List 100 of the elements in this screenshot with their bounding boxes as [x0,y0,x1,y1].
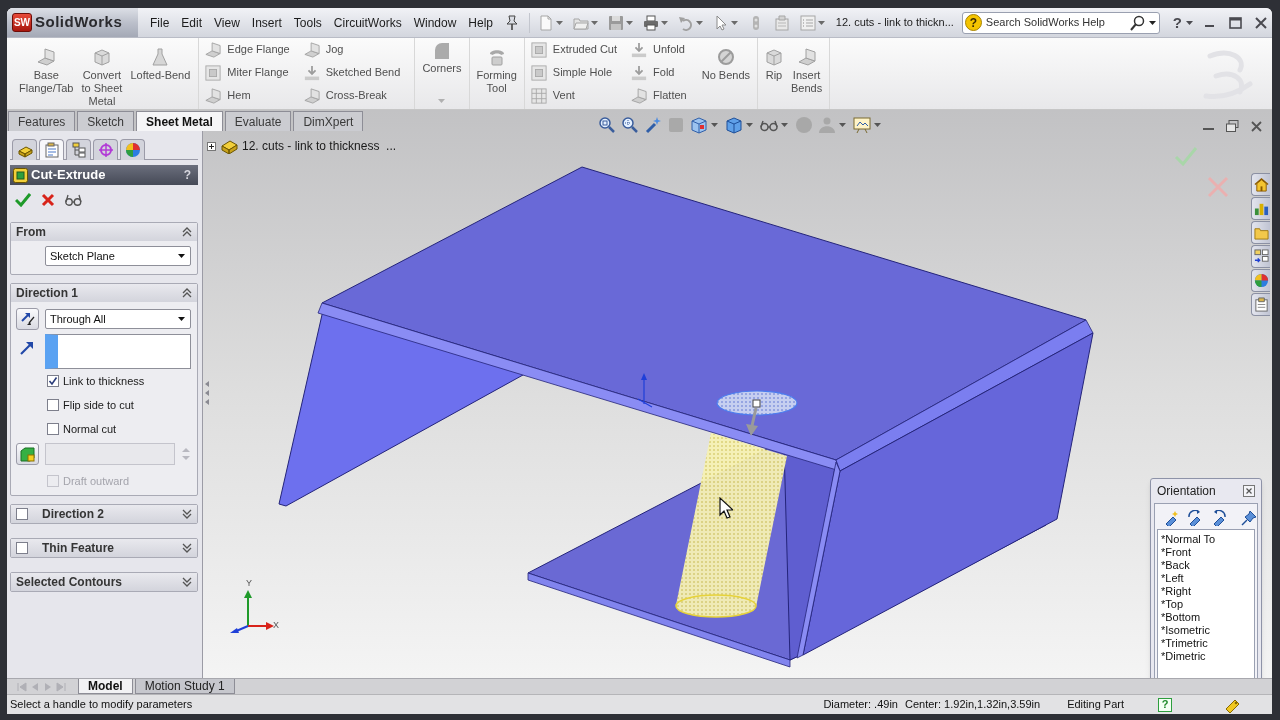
task-pane-tab[interactable] [1251,197,1270,220]
double-chevron-up-icon[interactable] [182,288,192,298]
checkbox[interactable] [16,508,28,520]
group-header[interactable]: Direction 1 [11,284,197,302]
menu-item[interactable]: CircuitWorks [333,13,402,32]
help-symbol[interactable]: ? [183,166,191,184]
expand-plus-icon[interactable] [207,141,216,151]
command-button[interactable]: Rip [761,38,787,109]
manager-tab[interactable] [93,139,118,160]
wand-icon[interactable] [644,116,662,134]
group-header[interactable]: Thin Feature [11,539,197,557]
help-symbol[interactable]: ? [964,14,982,31]
caret-icon[interactable] [1186,20,1193,25]
cancel-x-icon[interactable] [41,193,55,207]
command-button[interactable]: Fold [631,61,687,84]
pushpin-icon[interactable] [1241,509,1257,526]
view-list[interactable]: *Normal To *Front *Back *Left *Right *Top *Bottom *Isometric *Trimetric *Dimetric [1157,529,1255,678]
bottom-tab[interactable]: Model [78,679,133,694]
menu-item[interactable]: Edit [181,13,203,32]
command-tab[interactable]: Sheet Metal [136,111,223,131]
command-button[interactable]: Extruded Cut [530,38,618,61]
pointer-icon[interactable] [713,14,729,31]
command-button[interactable]: Forming Tool [472,38,521,109]
command-button[interactable]: Lofted-Bend [126,38,195,109]
caret-icon[interactable] [1148,20,1156,25]
command-button[interactable]: Jog [303,38,401,61]
menu-item[interactable]: File [150,13,170,32]
view-list-item[interactable]: *Front [1161,546,1191,559]
shaded-cube-icon[interactable] [725,116,743,134]
command-button[interactable]: Cross-Break [303,84,401,107]
command-button[interactable]: Base Flange/Tab [15,38,78,109]
manager-tab[interactable] [120,139,145,160]
view-list-item[interactable]: *Isometric [1161,624,1210,637]
command-tab[interactable]: DimXpert [293,111,364,131]
view-list-item[interactable]: *Left [1161,572,1184,585]
group-header[interactable]: Direction 2 [11,505,197,523]
command-button[interactable]: Convert to Sheet Metal [77,38,127,109]
start-condition-dropdown[interactable]: Sketch Plane [45,246,191,266]
view-list-item[interactable]: *Trimetric [1161,637,1208,650]
task-pane-tab[interactable] [1251,293,1270,316]
curved-arrow-icon[interactable] [678,14,694,31]
manager-tab[interactable] [39,139,64,160]
view-list-item[interactable]: *Right [1161,585,1191,598]
checkbox[interactable] [47,399,59,411]
view-list-item[interactable]: *Normal To [1161,533,1216,546]
double-chevron-down-icon[interactable] [182,577,192,587]
caret-icon[interactable] [178,317,185,321]
marker-arrow-icon[interactable] [1211,509,1227,526]
command-tab[interactable]: Sketch [77,111,135,131]
close-icon[interactable] [1255,16,1267,29]
group-header[interactable]: Selected Contours [11,573,197,591]
magnifier-icon[interactable] [621,116,639,134]
menu-item[interactable]: Insert [251,13,282,32]
menu-item[interactable]: Window [413,13,457,32]
task-pane-tab[interactable] [1251,245,1270,268]
maximize-icon[interactable] [1229,16,1242,29]
search-input[interactable]: Search SolidWorks Help [985,14,1125,31]
clipboard-icon[interactable] [774,14,790,31]
checkbox[interactable] [47,375,59,387]
close-icon[interactable] [1251,120,1262,132]
reverse-direction-button[interactable] [16,308,39,330]
glasses-icon[interactable] [65,194,82,206]
easel-icon[interactable] [853,116,871,134]
command-button[interactable]: Edge Flange [205,38,290,61]
triangle-arrows-icon[interactable] [204,380,210,406]
command-button[interactable]: Hem [205,84,290,107]
checkbox[interactable] [47,423,59,435]
command-button[interactable]: Simple Hole [530,61,618,84]
help-symbol[interactable]: ? [1172,15,1182,30]
double-chevron-up-icon[interactable] [182,227,192,237]
command-button[interactable]: Miter Flange [205,61,290,84]
pushpin-icon[interactable] [505,14,519,31]
view-list-item[interactable]: *Top [1161,598,1184,611]
checkbox[interactable] [16,542,28,554]
view-list-item[interactable]: *Dimetric [1161,650,1206,663]
close-icon[interactable] [1243,485,1255,497]
command-button[interactable]: No Bends [697,38,754,109]
face-selection-field[interactable] [45,334,191,369]
printer-icon[interactable] [643,14,659,31]
task-pane-tab[interactable] [1251,173,1270,196]
confirm-check-icon[interactable] [1174,146,1198,166]
menu-item[interactable]: Tools [293,13,322,32]
end-condition-dropdown[interactable]: Through All [45,309,191,329]
help-symbol[interactable]: ? [1158,697,1172,712]
bottom-tab[interactable]: Motion Study 1 [134,679,235,694]
command-button[interactable]: Sketched Bend [303,61,401,84]
task-pane-tab[interactable] [1251,221,1270,244]
command-button[interactable]: Insert Bends [787,38,827,109]
cube-icon[interactable] [690,116,708,134]
double-chevron-down-icon[interactable] [182,543,192,553]
command-tab[interactable]: Evaluate [224,111,292,131]
part-name[interactable]: 12. cuts - link to thickness ... [242,137,397,155]
restore-icon[interactable] [1226,120,1239,132]
command-button[interactable]: Flatten [631,84,687,107]
command-button[interactable]: Corners [418,38,466,109]
manager-tab[interactable] [12,139,37,160]
marker-star-icon[interactable] [1163,509,1179,526]
draft-button[interactable] [16,443,39,465]
caret-icon[interactable] [178,254,185,258]
menu-item[interactable]: View [214,13,240,32]
